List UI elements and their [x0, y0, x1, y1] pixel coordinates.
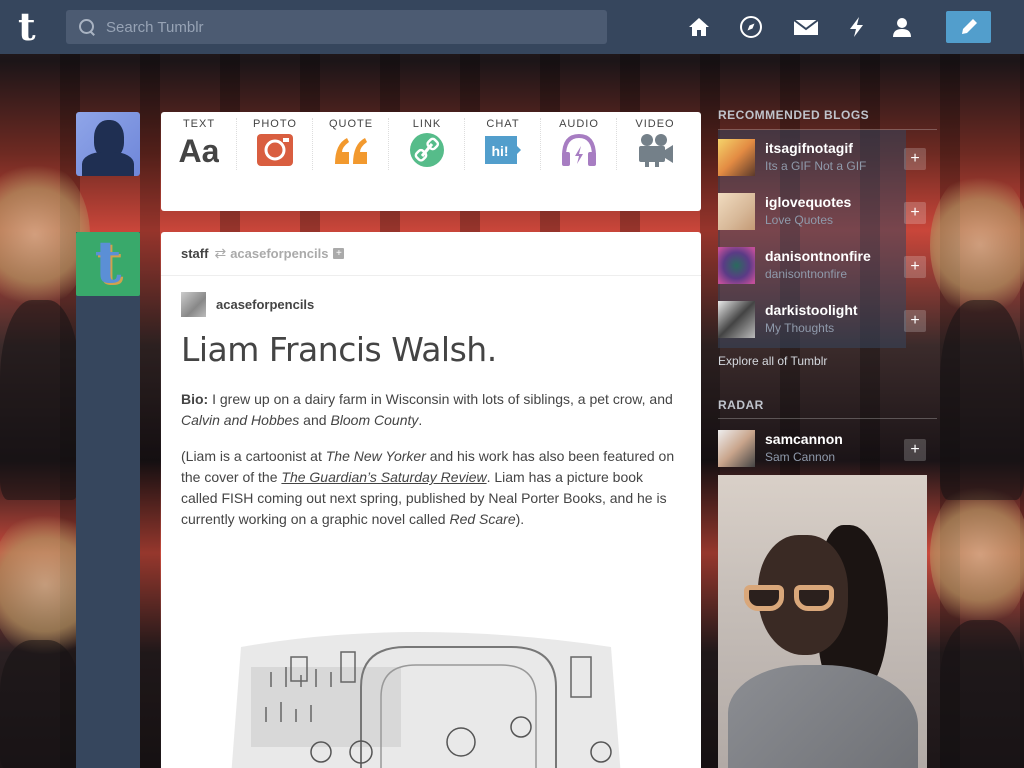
post-type-audio[interactable]: AUDIO — [541, 112, 617, 211]
blog-subtitle: danisontnonfire — [765, 267, 848, 281]
search-input[interactable] — [106, 18, 586, 36]
blog-subtitle: My Thoughts — [765, 321, 835, 335]
recommended-blog-item[interactable]: darkistoolight My Thoughts + — [718, 301, 928, 339]
audio-icon — [562, 133, 596, 166]
blog-name[interactable]: iglovequotes — [765, 194, 851, 210]
quote-icon — [335, 138, 367, 164]
blog-avatar[interactable] — [718, 193, 755, 230]
compose-button[interactable] — [946, 11, 991, 43]
description-paragraph: (Liam is a cartoonist at The New Yorker … — [181, 448, 675, 527]
post-card: staff ⇄ acaseforpencils + acaseforpencil… — [161, 232, 701, 768]
svg-text:Aa: Aa — [179, 133, 219, 168]
explore-icon[interactable] — [739, 15, 763, 39]
post-type-video[interactable]: VIDEO — [617, 112, 693, 211]
divider — [718, 418, 937, 419]
compose-icon — [961, 19, 977, 34]
follow-button[interactable]: + — [904, 439, 926, 461]
search-icon — [78, 18, 96, 36]
blog-avatar[interactable] — [718, 139, 755, 176]
blog-name[interactable]: itsagifnotagif — [765, 140, 853, 156]
source-link[interactable]: acaseforpencils — [230, 246, 328, 261]
post-author: acaseforpencils — [181, 292, 314, 317]
explore-link[interactable]: Explore all of Tumblr — [718, 354, 827, 368]
author-avatar[interactable] — [181, 292, 206, 317]
blog-name[interactable]: darkistoolight — [765, 302, 858, 318]
reblog-icon: ⇄ — [214, 245, 227, 261]
account-icon[interactable] — [890, 15, 914, 39]
post-type-photo[interactable]: PHOTO — [237, 112, 313, 211]
post-type-quote[interactable]: QUOTE — [313, 112, 389, 211]
cartoon-illustration — [231, 632, 621, 768]
blog-subtitle: Sam Cannon — [765, 450, 836, 464]
video-icon — [639, 134, 673, 167]
dashboard-rail — [76, 232, 140, 768]
home-icon[interactable] — [687, 15, 711, 39]
follow-button[interactable]: + — [904, 148, 926, 170]
blog-avatar[interactable] — [718, 430, 755, 467]
recommended-blog-item[interactable]: danisontnonfire danisontnonfire + — [718, 247, 928, 285]
radar-title: RADAR — [718, 398, 764, 412]
follow-button[interactable]: + — [904, 256, 926, 278]
link-icon — [410, 133, 444, 167]
recommended-blog-item[interactable]: itsagifnotagif Its a GIF Not a GIF + — [718, 139, 928, 177]
search-bar[interactable] — [66, 10, 607, 44]
follow-button[interactable]: + — [904, 202, 926, 224]
post-body: Bio: I grew up on a dairy farm in Wiscon… — [181, 389, 681, 545]
blog-avatar[interactable] — [718, 247, 755, 284]
top-navigation: t — [0, 0, 1024, 54]
author-name[interactable]: acaseforpencils — [216, 297, 314, 312]
messages-icon[interactable] — [793, 15, 819, 39]
staff-avatar[interactable]: t — [76, 232, 140, 296]
blog-subtitle: Love Quotes — [765, 213, 834, 227]
recommended-blog-item[interactable]: iglovequotes Love Quotes + — [718, 193, 928, 231]
user-avatar[interactable] — [76, 112, 140, 176]
guardian-link[interactable]: The Guardian’s Saturday Review — [281, 469, 486, 485]
blog-name[interactable]: samcannon — [765, 431, 843, 447]
blog-avatar[interactable] — [718, 301, 755, 338]
post-type-chat[interactable]: CHAT hi! — [465, 112, 541, 211]
follow-source-button[interactable]: + — [333, 248, 345, 259]
activity-icon[interactable] — [845, 15, 869, 39]
post-type-link[interactable]: LINK — [389, 112, 465, 211]
radar-blog-item[interactable]: samcannon Sam Cannon + — [718, 430, 928, 468]
post-type-text[interactable]: TEXT Aa — [161, 112, 237, 211]
reblogger-link[interactable]: staff — [181, 246, 208, 261]
tumblr-logo[interactable]: t — [18, 8, 48, 46]
blog-subtitle: Its a GIF Not a GIF — [765, 159, 867, 173]
post-type-bar: TEXT Aa PHOTO QUOTE LINK CHAT hi! AUDIO … — [161, 112, 701, 211]
bio-paragraph: Bio: I grew up on a dairy farm in Wiscon… — [181, 391, 673, 428]
post-title: Liam Francis Walsh. — [181, 330, 497, 369]
svg-text:hi!: hi! — [491, 143, 508, 159]
recommended-blogs-title: RECOMMENDED BLOGS — [718, 108, 870, 122]
photo-icon — [257, 134, 293, 166]
chat-icon: hi! — [485, 136, 521, 164]
text-icon: Aa — [179, 133, 219, 168]
radar-post-image[interactable] — [718, 475, 927, 768]
follow-button[interactable]: + — [904, 310, 926, 332]
post-header: staff ⇄ acaseforpencils + — [161, 232, 701, 276]
blog-name[interactable]: danisontnonfire — [765, 248, 871, 264]
